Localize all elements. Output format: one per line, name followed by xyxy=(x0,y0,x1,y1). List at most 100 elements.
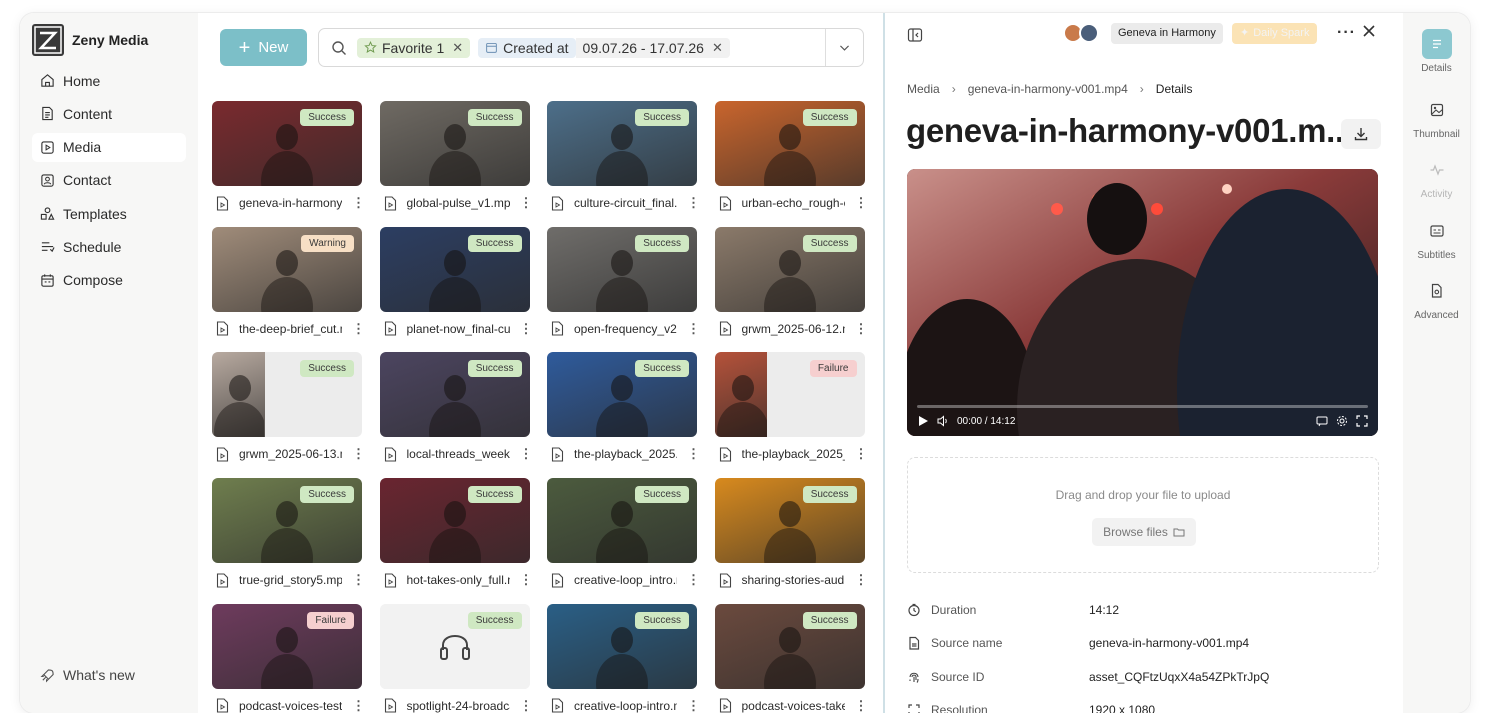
more-options-icon[interactable]: ··· xyxy=(1337,24,1356,42)
media-thumbnail[interactable]: Success xyxy=(715,227,865,312)
media-thumbnail[interactable]: Failure xyxy=(212,604,362,689)
media-filename[interactable]: planet-now_final-cut.mp4 xyxy=(407,322,510,336)
rail-item-advanced[interactable]: Advanced xyxy=(1403,276,1470,321)
media-filename[interactable]: the-deep-brief_cut.mp4 xyxy=(239,322,342,336)
captions-icon[interactable] xyxy=(1316,415,1328,427)
more-options-icon[interactable]: ⋮ xyxy=(352,572,362,588)
media-filename[interactable]: spotlight-24-broadcast.mp3 xyxy=(407,699,510,713)
media-card[interactable]: Success podcast-voices-take2.mp4 ⋮ xyxy=(715,604,865,713)
media-filename[interactable]: global-pulse_v1.mp4 xyxy=(407,196,510,210)
media-card[interactable]: Successthe-playback_2025.mp4⋮ xyxy=(547,352,697,464)
media-filename[interactable]: creative-loop-intro.mp4 xyxy=(574,699,677,713)
more-options-icon[interactable]: ⋮ xyxy=(687,572,697,588)
daily-spark-tag[interactable]: ✦ Daily Spark xyxy=(1232,23,1317,44)
more-options-icon[interactable]: ⋮ xyxy=(520,698,530,713)
more-options-icon[interactable]: ⋮ xyxy=(687,321,697,337)
media-filename[interactable]: local-threads_weekly.mp4 xyxy=(407,447,510,461)
play-icon[interactable] xyxy=(917,415,929,427)
more-options-icon[interactable]: ⋮ xyxy=(352,195,362,211)
media-card[interactable]: Failurethe-playback_2025_alt.mp4⋮ xyxy=(715,352,865,464)
media-filename[interactable]: open-frequency_v2.mp4 xyxy=(574,322,677,336)
media-thumbnail[interactable]: Success xyxy=(212,478,362,563)
media-filename[interactable]: grwm_2025-06-13.mp4 xyxy=(239,447,342,461)
more-options-icon[interactable]: ⋮ xyxy=(855,446,865,462)
media-filename[interactable]: true-grid_story5.mp4 xyxy=(239,573,342,587)
media-thumbnail[interactable]: Success xyxy=(212,101,362,186)
media-filename[interactable]: geneva-in-harmony-v001.mp4 xyxy=(239,196,342,210)
rail-item-subtitles[interactable]: Subtitles xyxy=(1403,216,1470,261)
rail-item-details[interactable]: Details xyxy=(1403,29,1470,74)
more-options-icon[interactable]: ⋮ xyxy=(687,446,697,462)
more-options-icon[interactable]: ⋮ xyxy=(855,321,865,337)
media-card[interactable]: Success hot-takes-only_full.mp4 ⋮ xyxy=(380,478,530,590)
more-options-icon[interactable]: ⋮ xyxy=(520,195,530,211)
media-card[interactable]: Success urban-echo_rough-cut.mp4 ⋮ xyxy=(715,101,865,213)
media-filename[interactable]: podcast-voices-test.mp4 xyxy=(239,699,342,713)
download-button[interactable] xyxy=(1341,119,1381,149)
rail-item-thumbnail[interactable]: Thumbnail xyxy=(1403,95,1470,140)
media-thumbnail[interactable]: Failure xyxy=(715,352,865,437)
new-button[interactable]: + New xyxy=(220,29,307,66)
remove-favorite-chip-icon[interactable]: ✕ xyxy=(452,40,463,56)
more-options-icon[interactable]: ⋮ xyxy=(352,446,362,462)
media-card[interactable]: Successculture-circuit_final.mp4⋮ xyxy=(547,101,697,213)
media-thumbnail[interactable]: Warning xyxy=(212,227,362,312)
media-thumbnail[interactable]: Success xyxy=(547,604,697,689)
media-thumbnail[interactable]: Success xyxy=(715,101,865,186)
media-filename[interactable]: urban-echo_rough-cut.mp4 xyxy=(742,196,845,210)
media-card[interactable]: Success open-frequency_v2.mp4 ⋮ xyxy=(547,227,697,339)
browse-files-button[interactable]: Browse files xyxy=(1092,518,1196,546)
media-card[interactable]: Success grwm_2025-06-12.mp4 ⋮ xyxy=(715,227,865,339)
remove-date-chip-icon[interactable]: ✕ xyxy=(712,40,723,56)
sidebar-item-templates[interactable]: Templates xyxy=(32,199,186,228)
media-thumbnail[interactable]: Success xyxy=(380,352,530,437)
media-card[interactable]: Success planet-now_final-cut.mp4 ⋮ xyxy=(380,227,530,339)
more-options-icon[interactable]: ⋮ xyxy=(520,446,530,462)
media-filename[interactable]: grwm_2025-06-12.mp4 xyxy=(742,322,845,336)
sidebar-item-home[interactable]: Home xyxy=(32,66,186,95)
sidebar-item-content[interactable]: Content xyxy=(32,99,186,128)
media-thumbnail[interactable]: Success xyxy=(547,352,697,437)
collaborator-avatars[interactable] xyxy=(1063,23,1103,45)
media-thumbnail[interactable]: Success xyxy=(547,478,697,563)
media-card[interactable]: Successspotlight-24-broadcast.mp3⋮ xyxy=(380,604,530,713)
media-filename[interactable]: culture-circuit_final.mp4 xyxy=(574,196,677,210)
media-thumbnail[interactable]: Success xyxy=(212,352,362,437)
media-card[interactable]: Success true-grid_story5.mp4 ⋮ xyxy=(212,478,362,590)
sidebar-item-compose[interactable]: Compose xyxy=(32,266,186,295)
media-thumbnail[interactable]: Success xyxy=(715,478,865,563)
media-thumbnail[interactable]: Success xyxy=(380,227,530,312)
media-thumbnail[interactable]: Success xyxy=(380,101,530,186)
close-icon[interactable] xyxy=(1361,23,1377,39)
video-player[interactable]: 00:00 / 14:12 xyxy=(907,169,1378,436)
more-options-icon[interactable]: ⋮ xyxy=(352,698,362,713)
more-options-icon[interactable]: ⋮ xyxy=(520,572,530,588)
more-options-icon[interactable]: ⋮ xyxy=(687,698,697,713)
sidebar-item-media[interactable]: Media xyxy=(32,133,186,162)
settings-gear-icon[interactable] xyxy=(1336,415,1348,427)
media-filename[interactable]: creative-loop_intro.mp4 xyxy=(574,573,677,587)
date-range-chip[interactable]: 09.07.26 - 17.07.26 ✕ xyxy=(576,38,730,58)
sidebar-item-schedule[interactable]: Schedule xyxy=(32,232,186,261)
more-options-icon[interactable]: ⋮ xyxy=(855,195,865,211)
media-card[interactable]: Success global-pulse_v1.mp4 ⋮ xyxy=(380,101,530,213)
project-tag[interactable]: Geneva in Harmony xyxy=(1111,23,1223,44)
media-filename[interactable]: sharing-stories-audio.mp4 xyxy=(742,573,845,587)
media-thumbnail[interactable]: Success xyxy=(715,604,865,689)
media-card[interactable]: Success local-threads_weekly.mp4 ⋮ xyxy=(380,352,530,464)
upload-drop-zone[interactable]: Drag and drop your file to upload Browse… xyxy=(907,457,1379,573)
created-at-filter-chip[interactable]: Created at xyxy=(478,38,575,58)
media-card[interactable]: Success grwm_2025-06-13.mp4 ⋮ xyxy=(212,352,362,464)
media-thumbnail[interactable]: Success xyxy=(547,101,697,186)
media-card[interactable]: Success creative-loop-intro.mp4 ⋮ xyxy=(547,604,697,713)
sidebar-item-contact[interactable]: Contact xyxy=(32,166,186,195)
media-filename[interactable]: hot-takes-only_full.mp4 xyxy=(407,573,510,587)
media-filename[interactable]: podcast-voices-take2.mp4 xyxy=(742,699,845,713)
video-progress-bar[interactable] xyxy=(917,405,1368,408)
media-card[interactable]: Warningthe-deep-brief_cut.mp4⋮ xyxy=(212,227,362,339)
more-options-icon[interactable]: ⋮ xyxy=(855,698,865,713)
more-options-icon[interactable]: ⋮ xyxy=(520,321,530,337)
media-thumbnail[interactable]: Success xyxy=(547,227,697,312)
rail-item-activity[interactable]: Activity xyxy=(1403,155,1470,200)
media-thumbnail[interactable]: Success xyxy=(380,478,530,563)
